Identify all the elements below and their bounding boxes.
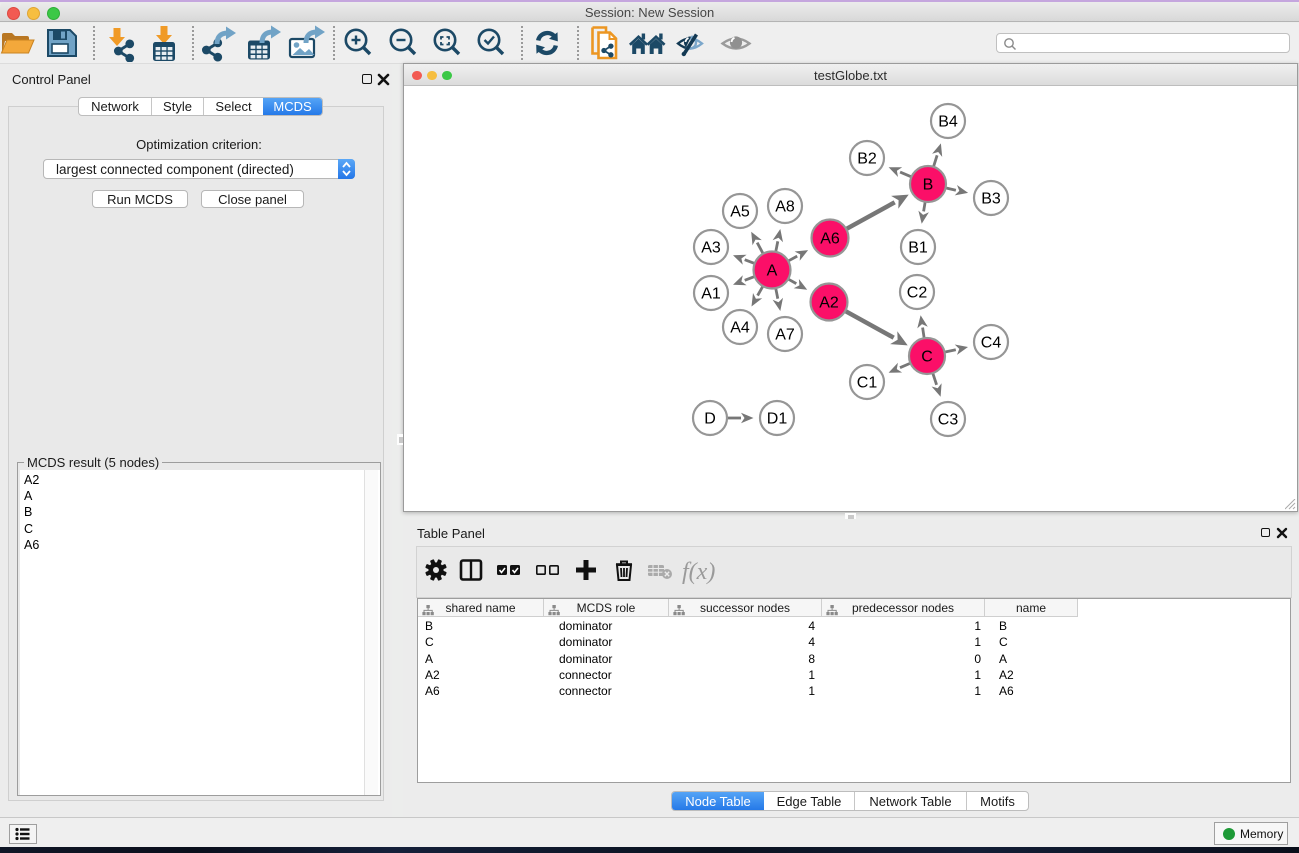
svg-text:B4: B4 — [938, 114, 958, 131]
svg-text:B2: B2 — [857, 151, 877, 168]
svg-text:A4: A4 — [730, 320, 750, 337]
svg-text:C4: C4 — [981, 335, 1002, 352]
svg-text:A2: A2 — [819, 295, 839, 312]
svg-text:D1: D1 — [767, 411, 788, 428]
svg-text:B: B — [923, 177, 934, 194]
svg-text:f(x): f(x) — [682, 559, 715, 585]
svg-text:A6: A6 — [820, 231, 840, 248]
svg-text:A8: A8 — [775, 199, 795, 216]
svg-text:B3: B3 — [981, 191, 1001, 208]
svg-text:C1: C1 — [857, 375, 878, 392]
svg-text:A7: A7 — [775, 327, 795, 344]
svg-text:B1: B1 — [908, 240, 928, 257]
svg-text:A3: A3 — [701, 240, 721, 257]
svg-text:A5: A5 — [730, 204, 750, 221]
svg-text:C2: C2 — [907, 285, 928, 302]
svg-text:D: D — [704, 411, 716, 428]
svg-text:C: C — [921, 349, 933, 366]
svg-text:C3: C3 — [938, 412, 959, 429]
svg-text:A: A — [767, 263, 778, 280]
svg-text:A1: A1 — [701, 286, 721, 303]
